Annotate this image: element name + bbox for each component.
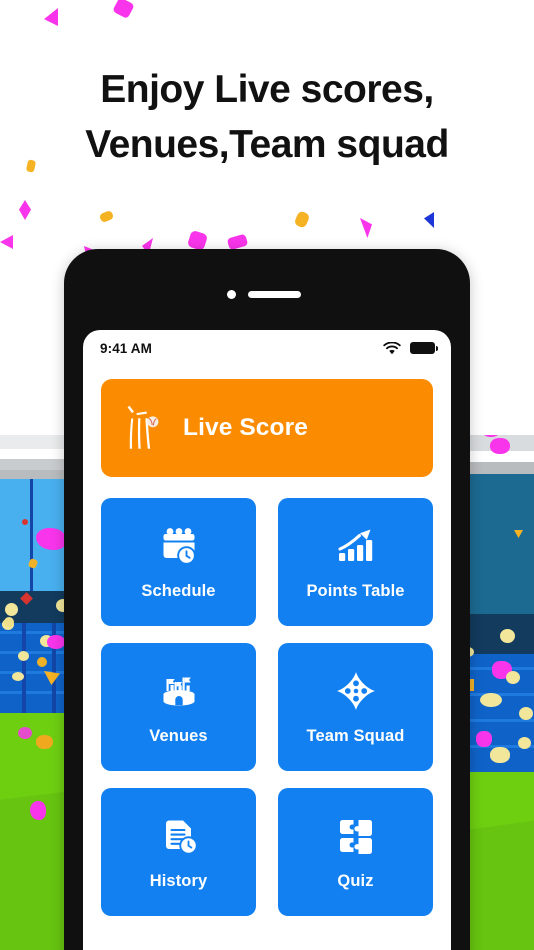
promo-screenshot: Enjoy Live scores, Venues,Team squad 9:4… <box>0 0 534 950</box>
phone-mockup: 9:41 AM Live Score Schedule Points Table… <box>64 249 470 950</box>
tile-team-squad[interactable]: Team Squad <box>278 643 433 771</box>
confetti-piece <box>19 200 31 220</box>
feature-grid: Schedule Points Table Venues Team Squad … <box>101 498 433 916</box>
tile-team-squad-label: Team Squad <box>306 726 405 745</box>
calendar-clock-icon <box>163 527 196 565</box>
headline-line-2: Venues,Team squad <box>85 123 449 166</box>
cricket-stumps-icon <box>127 405 159 449</box>
status-bar: 9:41 AM <box>83 330 451 366</box>
phone-screen: 9:41 AM Live Score Schedule Points Table… <box>83 330 451 950</box>
confetti-piece <box>186 229 209 252</box>
status-time: 9:41 AM <box>100 340 152 356</box>
tile-history-label: History <box>149 871 208 890</box>
tile-venues[interactable]: Venues <box>101 643 256 771</box>
tile-schedule[interactable]: Schedule <box>101 498 256 626</box>
confetti-piece <box>424 212 434 228</box>
headline: Enjoy Live scores, Venues,Team squad <box>0 62 534 172</box>
confetti-piece <box>360 218 372 238</box>
front-camera-icon <box>227 290 236 299</box>
tile-points-table[interactable]: Points Table <box>278 498 433 626</box>
confetti-piece <box>0 235 13 249</box>
battery-full-icon <box>410 342 438 354</box>
stadium-left <box>0 435 70 950</box>
confetti-piece <box>226 233 249 251</box>
earpiece-speaker-icon <box>248 291 301 298</box>
tile-venues-label: Venues <box>149 726 208 745</box>
tile-quiz-label: Quiz <box>337 871 374 890</box>
wifi-icon <box>383 341 401 354</box>
confetti-piece <box>112 0 135 20</box>
confetti-piece <box>293 210 311 229</box>
team-group-icon <box>336 671 375 710</box>
tile-schedule-label: Schedule <box>141 581 216 600</box>
bar-chart-arrow-icon <box>337 529 372 561</box>
tile-history[interactable]: History <box>101 788 256 916</box>
tile-points-table-label: Points Table <box>306 581 405 600</box>
tile-quiz[interactable]: Quiz <box>278 788 433 916</box>
live-score-card[interactable]: Live Score <box>101 379 433 477</box>
headline-line-1: Enjoy Live scores, <box>100 68 434 111</box>
live-score-label: Live Score <box>183 414 308 441</box>
confetti-piece <box>98 209 115 224</box>
stadium-right <box>462 435 534 950</box>
confetti-piece <box>44 8 58 26</box>
puzzle-pieces-icon <box>339 819 372 854</box>
confetti-piece <box>490 438 510 454</box>
stadium-icon <box>163 677 194 706</box>
app-home: Live Score Schedule Points Table Venues … <box>83 366 451 916</box>
document-clock-icon <box>165 820 198 855</box>
